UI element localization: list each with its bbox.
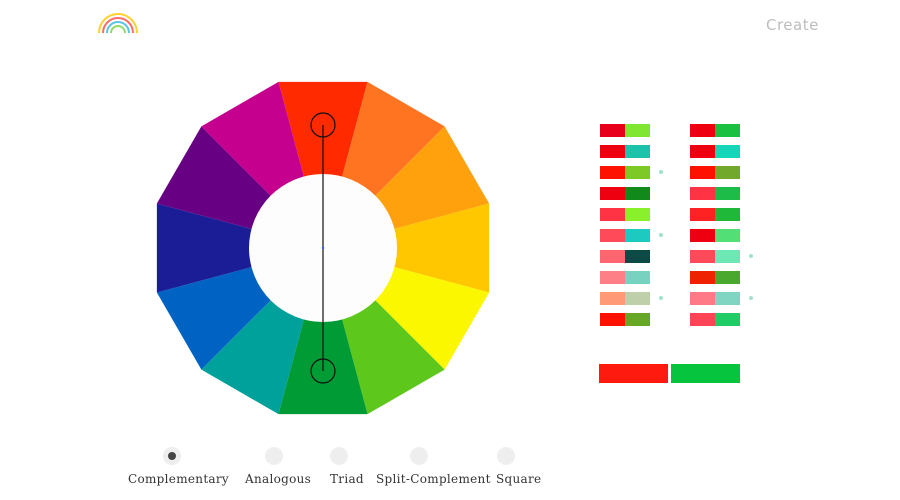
radio-icon[interactable]: [330, 447, 348, 465]
swatch-secondary: [625, 145, 650, 158]
palette-pair[interactable]: [600, 292, 663, 305]
swatch-secondary: [715, 187, 740, 200]
swatch-secondary: [625, 166, 650, 179]
palette-pair[interactable]: [690, 208, 740, 221]
radio-icon[interactable]: [265, 447, 283, 465]
palette-pair[interactable]: [600, 271, 650, 284]
palette-pair[interactable]: [690, 145, 740, 158]
swatch-primary: [600, 208, 625, 221]
palette-pair[interactable]: [600, 166, 663, 179]
swatch-secondary: [715, 250, 740, 263]
palette-pair[interactable]: [690, 271, 740, 284]
swatch-secondary: [625, 124, 650, 137]
swatch-primary: [690, 313, 715, 326]
selected-color-complement[interactable]: [671, 364, 740, 383]
swatch-secondary: [625, 292, 650, 305]
swatch-primary: [600, 187, 625, 200]
swatch-primary: [600, 124, 625, 137]
indicator-dot: [749, 254, 753, 258]
swatch-secondary: [625, 229, 650, 242]
wheel-center-dot: [321, 246, 325, 250]
indicator-dot: [659, 296, 663, 300]
palette-pair[interactable]: [690, 250, 753, 263]
palette-swatches: [600, 124, 760, 334]
create-link[interactable]: Create: [766, 16, 819, 34]
radio-icon[interactable]: [497, 447, 515, 465]
mode-label: Complementary: [128, 472, 230, 486]
swatch-primary: [600, 166, 625, 179]
palette-pair[interactable]: [690, 124, 740, 137]
swatch-primary: [690, 229, 715, 242]
selected-color-primary[interactable]: [599, 364, 668, 383]
swatch-primary: [690, 124, 715, 137]
palette-pair[interactable]: [600, 187, 650, 200]
swatch-primary: [600, 250, 625, 263]
swatch-primary: [690, 271, 715, 284]
swatch-secondary: [625, 187, 650, 200]
swatch-primary: [600, 229, 625, 242]
palette-pair[interactable]: [690, 292, 753, 305]
swatch-primary: [690, 292, 715, 305]
indicator-dot: [659, 170, 663, 174]
rainbow-icon[interactable]: [97, 11, 139, 35]
harmony-mode-selector: Complementary Analogous Triad Split-Complem…: [120, 444, 542, 494]
indicator-dot: [749, 296, 753, 300]
swatch-primary: [690, 208, 715, 221]
palette-pair[interactable]: [690, 187, 740, 200]
swatch-primary: [690, 187, 715, 200]
swatch-secondary: [625, 271, 650, 284]
selected-palette: [599, 364, 741, 384]
radio-selected-dot: [168, 452, 176, 460]
swatch-secondary: [715, 208, 740, 221]
swatch-secondary: [715, 166, 740, 179]
swatch-primary: [690, 250, 715, 263]
radio-icon[interactable]: [163, 447, 181, 465]
palette-pair[interactable]: [600, 145, 650, 158]
swatch-secondary: [625, 208, 650, 221]
swatch-secondary: [715, 313, 740, 326]
mode-label: Square: [496, 472, 542, 486]
palette-pair[interactable]: [690, 313, 740, 326]
palette-pair[interactable]: [690, 166, 740, 179]
palette-pair[interactable]: [600, 208, 650, 221]
swatch-secondary: [715, 229, 740, 242]
palette-pair[interactable]: [600, 250, 650, 263]
palette-pair[interactable]: [600, 229, 663, 242]
swatch-secondary: [715, 292, 740, 305]
palette-pair[interactable]: [600, 313, 650, 326]
color-wheel[interactable]: [145, 80, 503, 416]
swatch-secondary: [715, 145, 740, 158]
swatch-primary: [600, 313, 625, 326]
swatch-secondary: [715, 271, 740, 284]
indicator-dot: [659, 233, 663, 237]
mode-label: Analogous: [245, 472, 312, 486]
swatch-primary: [600, 292, 625, 305]
swatch-secondary: [625, 250, 650, 263]
palette-pair[interactable]: [600, 124, 650, 137]
mode-label: Triad: [330, 472, 364, 486]
swatch-primary: [600, 145, 625, 158]
swatch-primary: [690, 166, 715, 179]
palette-pair[interactable]: [690, 229, 740, 242]
swatch-secondary: [625, 313, 650, 326]
radio-icon[interactable]: [410, 447, 428, 465]
swatch-secondary: [715, 124, 740, 137]
swatch-primary: [600, 271, 625, 284]
mode-label: Split-Complement: [376, 472, 491, 486]
swatch-primary: [690, 145, 715, 158]
